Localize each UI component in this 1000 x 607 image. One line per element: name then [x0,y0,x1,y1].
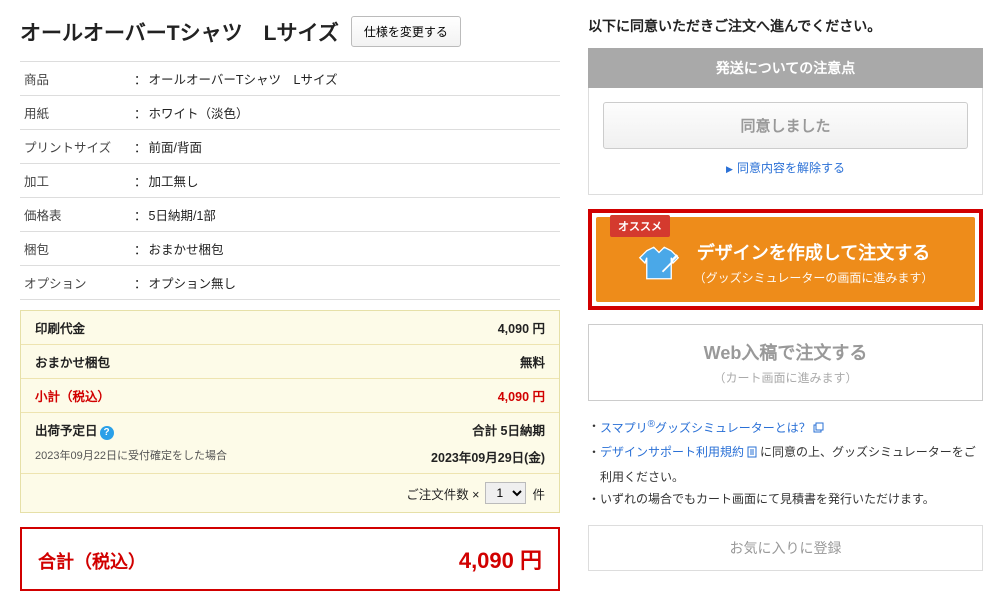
document-icon [746,443,758,466]
spec-row: 加工加工無し [20,163,560,197]
info-icon[interactable]: ? [100,426,114,440]
spec-row: 価格表5日納期/1部 [20,197,560,231]
subtotal-label: 小計（税込） [35,386,110,405]
design-sub: （グッズシミュレーターの画面に進みます） [694,269,934,286]
pack-value: 無料 [520,352,545,371]
favorite-button[interactable]: お気に入りに登録 [588,525,983,571]
terms-link[interactable]: デザインサポート利用規約 [600,445,744,459]
print-value: 4,090 円 [498,318,545,337]
notes-list: スマプリ®グッズシミュレーターとは？ デザインサポート利用規約に同意の上、グッズ… [588,415,983,511]
design-order-button[interactable]: オススメ デザインを作成して注文する （グッズシミュレーターの画面に進みます） [596,217,975,302]
web-upload-button[interactable]: Web入稿で注文する （カート画面に進みます） [588,324,983,401]
external-link-icon [813,418,824,441]
web-title: Web入稿で注文する [603,339,968,365]
tshirt-icon [638,245,680,281]
total-box: 合計（税込） 4,090 円 [20,527,560,591]
page-title: オールオーバーTシャツ Lサイズ [20,17,339,47]
web-sub: （カート画面に進みます） [603,369,968,386]
print-label: 印刷代金 [35,318,85,337]
spec-table: 商品オールオーバーTシャツ Lサイズ 用紙ホワイト（淡色） プリントサイズ前面/… [20,61,560,300]
design-title: デザインを作成して注文する [694,239,934,265]
spec-row: 商品オールオーバーTシャツ Lサイズ [20,61,560,95]
total-value: 4,090 円 [459,543,542,575]
agreed-button[interactable]: 同意しました [603,102,968,149]
recommend-badge: オススメ [610,215,670,237]
spec-row: 梱包おまかせ梱包 [20,231,560,265]
spec-row: プリントサイズ前面/背面 [20,129,560,163]
right-heading: 以下に同意いただきご注文へ進んでください。 [588,16,983,36]
spec-row: 用紙ホワイト（淡色） [20,95,560,129]
subtotal-value: 4,090 円 [498,386,545,405]
spec-row: オプションオプション無し [20,265,560,300]
ship-total-label: 合計 5日納期 [472,420,545,440]
price-box: 印刷代金 4,090 円 おまかせ梱包 無料 小計（税込） 4,090 円 出荷予定日… [20,310,560,513]
change-spec-button[interactable]: 仕様を変更する [351,16,461,47]
qty-label: ご注文件数 × [406,484,479,503]
total-label: 合計（税込） [38,548,146,574]
ship-notice-header: 発送についての注意点 [588,48,983,88]
unlock-agreement-link[interactable]: 同意内容を解除する [726,161,845,175]
ship-note: 2023年09月22日に受付確定をした場合 [35,447,227,466]
ship-date-value: 2023年09月29日(金) [431,447,545,466]
qty-select[interactable]: 1 [485,482,526,504]
pack-label: おまかせ梱包 [35,352,110,371]
simulator-about-link[interactable]: スマプリ®グッズシミュレーターとは？ [600,421,811,435]
ship-date-label: 出荷予定日 [35,424,98,438]
qty-unit: 件 [532,484,545,503]
